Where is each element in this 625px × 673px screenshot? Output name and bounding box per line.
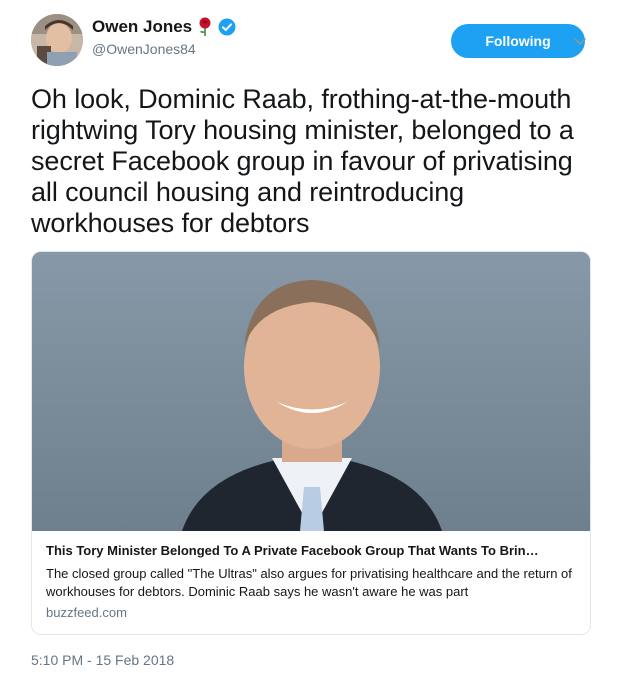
card-domain: buzzfeed.com xyxy=(46,605,127,620)
display-name[interactable]: Owen Jones xyxy=(92,17,192,37)
tweet-header: Owen Jones @OwenJones84 Following xyxy=(31,14,601,70)
card-image xyxy=(32,252,590,531)
name-row: Owen Jones xyxy=(92,17,236,37)
card-body: This Tory Minister Belonged To A Private… xyxy=(32,531,590,620)
card-description: The closed group called "The Ultras" als… xyxy=(46,566,572,599)
verified-icon xyxy=(218,18,236,36)
card-title[interactable]: This Tory Minister Belonged To A Private… xyxy=(46,543,576,558)
chevron-down-icon[interactable] xyxy=(573,34,587,48)
avatar[interactable] xyxy=(31,14,83,66)
link-card[interactable]: This Tory Minister Belonged To A Private… xyxy=(31,251,591,635)
tweet-timestamp[interactable]: 5:10 PM - 15 Feb 2018 xyxy=(31,652,174,668)
handle[interactable]: @OwenJones84 xyxy=(92,41,236,57)
avatar-photo xyxy=(31,14,83,66)
tweet-text: Oh look, Dominic Raab, frothing-at-the-m… xyxy=(31,84,574,238)
following-button[interactable]: Following xyxy=(451,24,585,58)
rose-icon xyxy=(197,17,213,37)
author-names: Owen Jones @OwenJones84 xyxy=(92,17,236,57)
